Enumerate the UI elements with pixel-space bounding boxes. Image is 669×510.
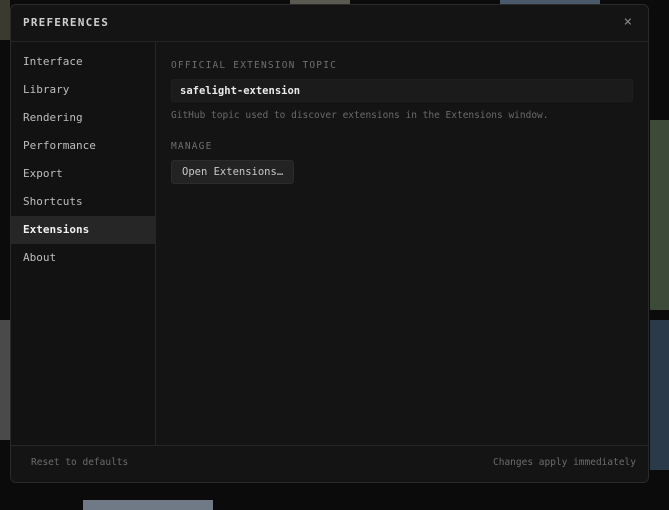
preferences-dialog: PREFERENCES × Interface Library Renderin… <box>10 4 649 483</box>
status-text: Changes apply immediately <box>493 457 636 468</box>
sidebar-item-performance[interactable]: Performance <box>11 132 155 160</box>
sidebar-item-library[interactable]: Library <box>11 76 155 104</box>
dialog-header: PREFERENCES × <box>11 5 648 42</box>
sidebar-item-interface[interactable]: Interface <box>11 48 155 76</box>
dialog-title: PREFERENCES <box>23 16 110 29</box>
manage-label: MANAGE <box>171 141 213 152</box>
topic-label: OFFICIAL EXTENSION TOPIC <box>171 60 338 71</box>
sidebar-item-export[interactable]: Export <box>11 160 155 188</box>
sidebar: Interface Library Rendering Performance … <box>11 42 156 447</box>
topic-hint: GitHub topic used to discover extensions… <box>171 110 549 121</box>
sidebar-item-rendering[interactable]: Rendering <box>11 104 155 132</box>
sidebar-item-about[interactable]: About <box>11 244 155 272</box>
extensions-panel: OFFICIAL EXTENSION TOPIC GitHub topic us… <box>171 42 633 447</box>
sidebar-item-shortcuts[interactable]: Shortcuts <box>11 188 155 216</box>
dialog-footer: Reset to defaults Changes apply immediat… <box>11 445 648 482</box>
sidebar-item-extensions[interactable]: Extensions <box>11 216 155 244</box>
topic-input[interactable] <box>171 79 633 102</box>
reset-defaults-button[interactable]: Reset to defaults <box>31 457 128 468</box>
close-icon[interactable]: × <box>624 14 632 30</box>
open-extensions-button[interactable]: Open Extensions… <box>171 160 295 184</box>
